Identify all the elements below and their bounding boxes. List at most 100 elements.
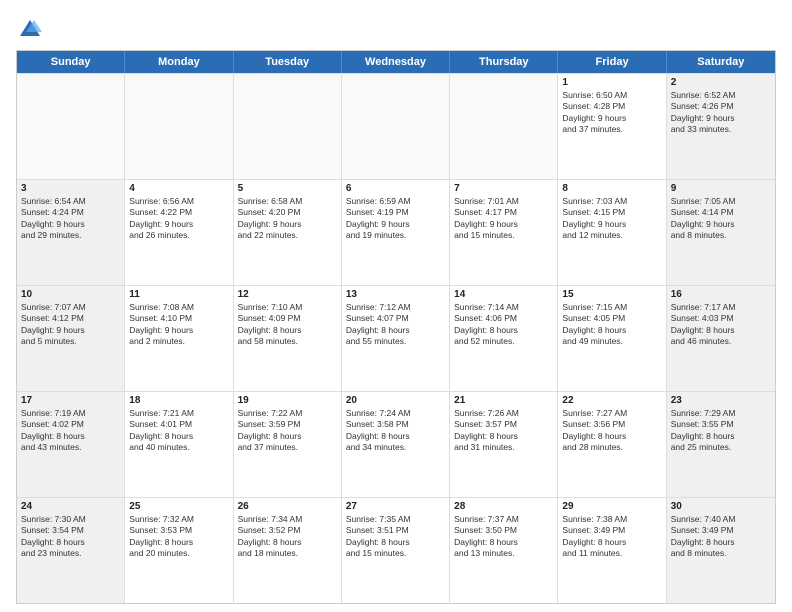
calendar-header: SundayMondayTuesdayWednesdayThursdayFrid… [17,51,775,73]
calendar-cell: 9Sunrise: 7:05 AM Sunset: 4:14 PM Daylig… [667,180,775,285]
cell-text: Sunrise: 7:05 AM Sunset: 4:14 PM Dayligh… [671,196,771,242]
cell-text: Sunrise: 7:19 AM Sunset: 4:02 PM Dayligh… [21,408,120,454]
calendar-cell [450,74,558,179]
cell-text: Sunrise: 6:56 AM Sunset: 4:22 PM Dayligh… [129,196,228,242]
cell-text: Sunrise: 7:01 AM Sunset: 4:17 PM Dayligh… [454,196,553,242]
day-number: 16 [671,289,771,300]
cell-text: Sunrise: 6:54 AM Sunset: 4:24 PM Dayligh… [21,196,120,242]
calendar-row-2: 10 Sunrise: 7:07 AM Sunset: 4:12 PM Dayli… [17,285,775,391]
cell-text: Sunrise: 7:21 AM Sunset: 4:01 PM Dayligh… [129,408,228,454]
cell-text: Sunrise: 6:58 AM Sunset: 4:20 PM Dayligh… [238,196,337,242]
day-number: 28 [454,501,553,512]
day-number: 2 [671,77,771,88]
day-number: 1 [562,77,661,88]
day-number: 23 [671,395,771,406]
calendar-cell: 1 Sunrise: 6:50 AM Sunset: 4:28 PM Daylig… [558,74,666,179]
calendar-cell: 8 Sunrise: 7:03 AM Sunset: 4:15 PM Daylig… [558,180,666,285]
cell-text: Sunrise: 7:38 AM Sunset: 3:49 PM Dayligh… [562,514,661,560]
day-number: 13 [346,289,445,300]
calendar-cell: 14Sunrise: 7:14 AM Sunset: 4:06 PM Dayli… [450,286,558,391]
day-number: 12 [238,289,337,300]
calendar: SundayMondayTuesdayWednesdayThursdayFrid… [16,50,776,604]
day-number: 27 [346,501,445,512]
logo [16,16,48,44]
calendar-cell: 3Sunrise: 6:54 AM Sunset: 4:24 PM Daylig… [17,180,125,285]
cell-text: Sunrise: 7:40 AM Sunset: 3:49 PM Dayligh… [671,514,771,560]
day-number: 19 [238,395,337,406]
calendar-row-4: 24 Sunrise: 7:30 AM Sunset: 3:54 PM Dayli… [17,497,775,603]
calendar-cell: 5 Sunrise: 6:58 AM Sunset: 4:20 PM Daylig… [234,180,342,285]
cell-text: Sunrise: 7:26 AM Sunset: 3:57 PM Dayligh… [454,408,553,454]
day-number: 30 [671,501,771,512]
day-number: 21 [454,395,553,406]
day-number: 8 [562,183,661,194]
calendar-row-0: 1 Sunrise: 6:50 AM Sunset: 4:28 PM Daylig… [17,73,775,179]
day-number: 26 [238,501,337,512]
header [16,12,776,44]
calendar-cell: 16 Sunrise: 7:17 AM Sunset: 4:03 PM Dayli… [667,286,775,391]
cell-text: Sunrise: 7:22 AM Sunset: 3:59 PM Dayligh… [238,408,337,454]
calendar-row-1: 3Sunrise: 6:54 AM Sunset: 4:24 PM Daylig… [17,179,775,285]
cell-text: Sunrise: 6:50 AM Sunset: 4:28 PM Dayligh… [562,90,661,136]
calendar-row-3: 17 Sunrise: 7:19 AM Sunset: 4:02 PM Dayli… [17,391,775,497]
day-number: 24 [21,501,120,512]
day-number: 6 [346,183,445,194]
page: SundayMondayTuesdayWednesdayThursdayFrid… [0,0,792,612]
calendar-cell: 7 Sunrise: 7:01 AM Sunset: 4:17 PM Daylig… [450,180,558,285]
cell-text: Sunrise: 7:32 AM Sunset: 3:53 PM Dayligh… [129,514,228,560]
calendar-cell: 2 Sunrise: 6:52 AM Sunset: 4:26 PM Daylig… [667,74,775,179]
logo-icon [16,16,44,44]
cell-text: Sunrise: 7:10 AM Sunset: 4:09 PM Dayligh… [238,302,337,348]
header-day-monday: Monday [125,51,233,73]
day-number: 29 [562,501,661,512]
cell-text: Sunrise: 7:07 AM Sunset: 4:12 PM Dayligh… [21,302,120,348]
day-number: 7 [454,183,553,194]
cell-text: Sunrise: 7:08 AM Sunset: 4:10 PM Dayligh… [129,302,228,348]
cell-text: Sunrise: 7:34 AM Sunset: 3:52 PM Dayligh… [238,514,337,560]
calendar-cell: 20Sunrise: 7:24 AM Sunset: 3:58 PM Dayli… [342,392,450,497]
calendar-cell: 18 Sunrise: 7:21 AM Sunset: 4:01 PM Dayli… [125,392,233,497]
calendar-cell: 15Sunrise: 7:15 AM Sunset: 4:05 PM Dayli… [558,286,666,391]
cell-text: Sunrise: 7:12 AM Sunset: 4:07 PM Dayligh… [346,302,445,348]
calendar-cell [125,74,233,179]
cell-text: Sunrise: 7:29 AM Sunset: 3:55 PM Dayligh… [671,408,771,454]
header-day-tuesday: Tuesday [234,51,342,73]
cell-text: Sunrise: 6:52 AM Sunset: 4:26 PM Dayligh… [671,90,771,136]
day-number: 14 [454,289,553,300]
cell-text: Sunrise: 7:30 AM Sunset: 3:54 PM Dayligh… [21,514,120,560]
day-number: 17 [21,395,120,406]
cell-text: Sunrise: 7:24 AM Sunset: 3:58 PM Dayligh… [346,408,445,454]
calendar-cell: 4 Sunrise: 6:56 AM Sunset: 4:22 PM Daylig… [125,180,233,285]
day-number: 4 [129,183,228,194]
day-number: 18 [129,395,228,406]
calendar-cell: 29 Sunrise: 7:38 AM Sunset: 3:49 PM Dayli… [558,498,666,603]
day-number: 5 [238,183,337,194]
calendar-cell [342,74,450,179]
day-number: 25 [129,501,228,512]
calendar-cell: 26 Sunrise: 7:34 AM Sunset: 3:52 PM Dayli… [234,498,342,603]
calendar-cell: 12 Sunrise: 7:10 AM Sunset: 4:09 PM Dayli… [234,286,342,391]
day-number: 22 [562,395,661,406]
cell-text: Sunrise: 7:37 AM Sunset: 3:50 PM Dayligh… [454,514,553,560]
cell-text: Sunrise: 7:15 AM Sunset: 4:05 PM Dayligh… [562,302,661,348]
cell-text: Sunrise: 6:59 AM Sunset: 4:19 PM Dayligh… [346,196,445,242]
cell-text: Sunrise: 7:27 AM Sunset: 3:56 PM Dayligh… [562,408,661,454]
calendar-cell: 21 Sunrise: 7:26 AM Sunset: 3:57 PM Dayli… [450,392,558,497]
calendar-cell: 13 Sunrise: 7:12 AM Sunset: 4:07 PM Dayli… [342,286,450,391]
header-day-thursday: Thursday [450,51,558,73]
calendar-cell: 22 Sunrise: 7:27 AM Sunset: 3:56 PM Dayli… [558,392,666,497]
calendar-cell: 28 Sunrise: 7:37 AM Sunset: 3:50 PM Dayli… [450,498,558,603]
day-number: 11 [129,289,228,300]
header-day-sunday: Sunday [17,51,125,73]
calendar-cell: 10 Sunrise: 7:07 AM Sunset: 4:12 PM Dayli… [17,286,125,391]
calendar-cell: 27 Sunrise: 7:35 AM Sunset: 3:51 PM Dayli… [342,498,450,603]
cell-text: Sunrise: 7:35 AM Sunset: 3:51 PM Dayligh… [346,514,445,560]
calendar-cell [17,74,125,179]
header-day-wednesday: Wednesday [342,51,450,73]
calendar-cell: 25 Sunrise: 7:32 AM Sunset: 3:53 PM Dayli… [125,498,233,603]
day-number: 10 [21,289,120,300]
calendar-cell: 17 Sunrise: 7:19 AM Sunset: 4:02 PM Dayli… [17,392,125,497]
cell-text: Sunrise: 7:03 AM Sunset: 4:15 PM Dayligh… [562,196,661,242]
calendar-cell: 19 Sunrise: 7:22 AM Sunset: 3:59 PM Dayli… [234,392,342,497]
cell-text: Sunrise: 7:17 AM Sunset: 4:03 PM Dayligh… [671,302,771,348]
